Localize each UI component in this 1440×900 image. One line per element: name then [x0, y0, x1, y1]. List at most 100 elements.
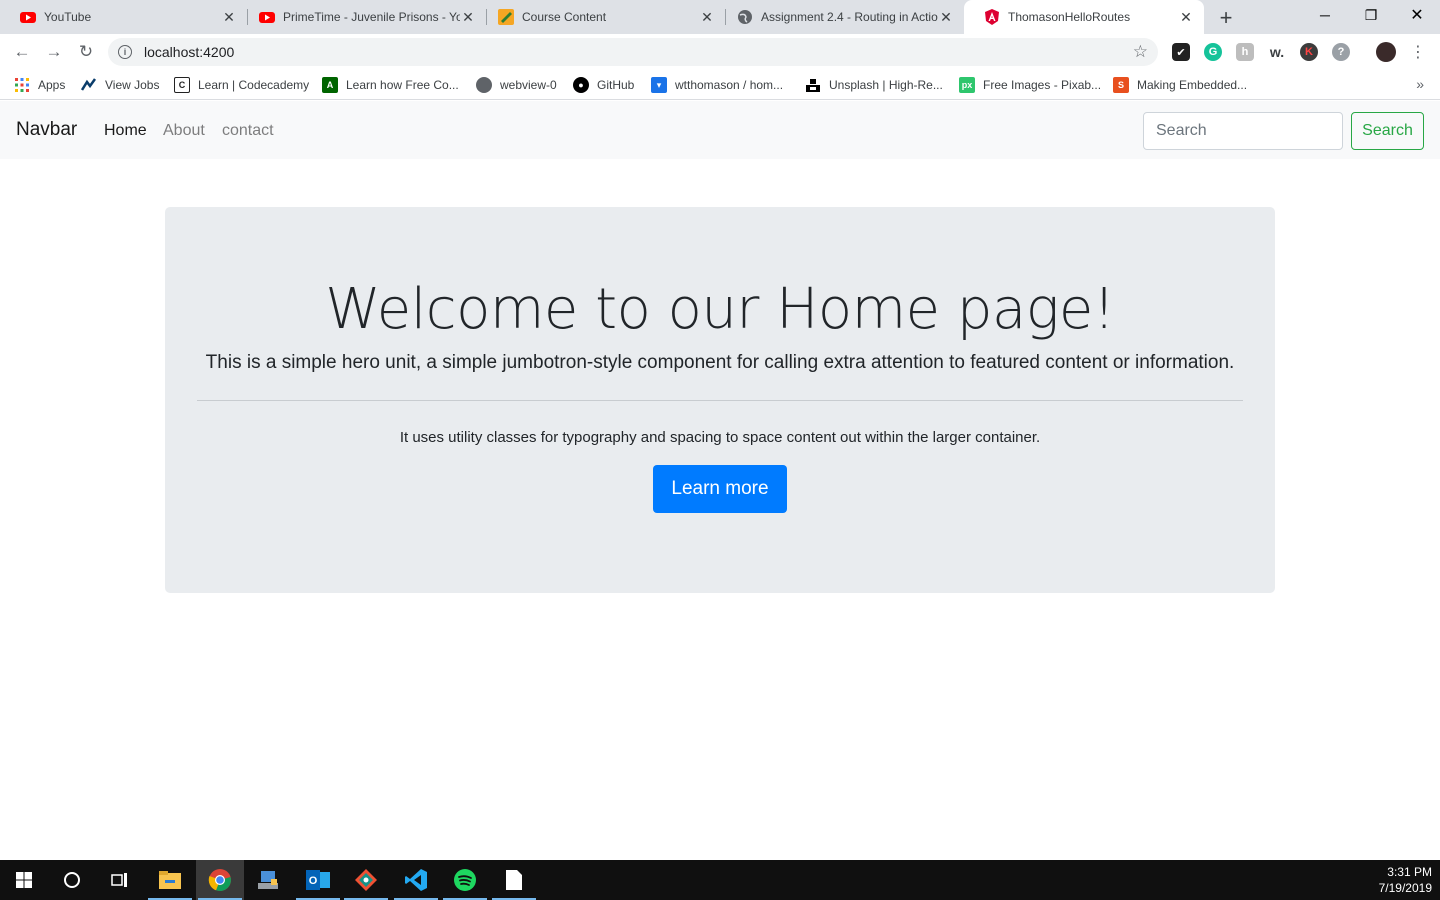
- bookmark-label: Free Images - Pixab...: [983, 78, 1102, 92]
- divider: [197, 400, 1243, 401]
- unsplash-icon: [806, 79, 820, 92]
- profile-avatar[interactable]: [1376, 42, 1396, 62]
- k-extension-icon[interactable]: K: [1300, 43, 1318, 61]
- youtube-icon: [259, 12, 275, 23]
- nav-link-contact[interactable]: contact: [222, 122, 274, 140]
- px-icon: px: [959, 77, 975, 93]
- bookmark-codecademy[interactable]: C Learn | Codecademy: [174, 76, 309, 94]
- nav-link-home[interactable]: Home: [104, 122, 147, 140]
- tab-title: PrimeTime - Juvenile Prisons - Yo: [283, 10, 460, 24]
- close-window-icon[interactable]: ✕: [1394, 0, 1440, 30]
- tab-assignment[interactable]: Assignment 2.4 - Routing in Actio ✕: [717, 0, 964, 34]
- spotify-icon[interactable]: [441, 860, 489, 900]
- bookmark-star-icon[interactable]: ☆: [1133, 42, 1148, 62]
- bookmark-label: View Jobs: [105, 78, 160, 92]
- site-info-icon[interactable]: i: [118, 45, 132, 59]
- learn-more-button[interactable]: Learn more: [653, 465, 787, 513]
- address-bar[interactable]: i localhost:4200 ☆: [108, 38, 1158, 66]
- bookmark-label: Learn | Codecademy: [198, 78, 310, 92]
- new-tab-icon[interactable]: +: [1214, 5, 1238, 31]
- bookmark-view-jobs[interactable]: View Jobs: [81, 76, 159, 94]
- bookmark-unsplash[interactable]: Unsplash | High-Re...: [805, 76, 943, 94]
- bookmark-label: webview-0: [500, 78, 557, 92]
- body-text: It uses utility classes for typography a…: [399, 429, 1041, 446]
- bookmark-label: Learn how Free Co...: [346, 78, 459, 92]
- lead-text: This is a simple hero unit, a simple jum…: [205, 352, 1235, 373]
- restore-icon[interactable]: ❐: [1348, 0, 1394, 30]
- bookmarks-bar: Apps View Jobs C Learn | Codecademy A Le…: [0, 70, 1440, 100]
- minimize-icon[interactable]: ─: [1302, 0, 1348, 30]
- bookmark-label: GitHub: [597, 78, 635, 92]
- globe-icon: [738, 10, 752, 24]
- task-view-icon[interactable]: [96, 860, 144, 900]
- navbar-brand[interactable]: Navbar: [16, 119, 77, 141]
- wappalyzer-icon[interactable]: w.: [1268, 43, 1286, 61]
- close-tab-icon[interactable]: ✕: [699, 9, 715, 26]
- network-app-icon[interactable]: [244, 860, 292, 900]
- bookmark-freecodecamp[interactable]: A Learn how Free Co...: [322, 76, 459, 94]
- search-input[interactable]: [1143, 112, 1343, 150]
- close-tab-icon[interactable]: ✕: [460, 9, 476, 26]
- nav-link-about[interactable]: About: [163, 122, 205, 140]
- github-icon: ●: [573, 77, 589, 93]
- chrome-taskbar-icon[interactable]: [196, 860, 244, 900]
- windows-start-icon[interactable]: [0, 860, 48, 900]
- bookmark-shield-icon: ▾: [651, 77, 667, 93]
- tab-title: YouTube: [44, 10, 92, 24]
- apps-grid-icon: [15, 78, 29, 92]
- codecademy-icon: C: [174, 77, 190, 93]
- extension-icon[interactable]: h: [1236, 43, 1254, 61]
- tab-course-content[interactable]: Course Content ✕: [478, 0, 725, 34]
- bookmark-label: Unsplash | High-Re...: [829, 78, 943, 92]
- notepad-icon[interactable]: [490, 860, 538, 900]
- menu-kebab-icon[interactable]: ⋮: [1406, 40, 1430, 64]
- tab-thomasonhelloroutes[interactable]: ThomasonHelloRoutes ✕: [964, 0, 1204, 34]
- url-text: localhost:4200: [144, 44, 235, 60]
- course-icon: [498, 9, 514, 25]
- jobs-icon: [81, 78, 97, 91]
- bookmark-pixabay[interactable]: px Free Images - Pixab...: [959, 76, 1101, 94]
- windows-taskbar: O 3:31 PM 7/19/2019: [0, 860, 1440, 900]
- bookmark-wtthomason[interactable]: ▾ wtthomason / hom...: [651, 76, 783, 94]
- bookmark-label: Apps: [38, 78, 66, 92]
- cortana-search-icon[interactable]: [48, 860, 96, 900]
- tab-title: Assignment 2.4 - Routing in Actio: [761, 10, 938, 24]
- embedded-icon: S: [1113, 77, 1129, 93]
- bookmark-label: Making Embedded...: [1137, 78, 1248, 92]
- svg-text:O: O: [309, 875, 318, 887]
- help-extension-icon[interactable]: ?: [1332, 43, 1350, 61]
- bookmark-apps[interactable]: Apps: [14, 76, 65, 94]
- bookmark-webview[interactable]: webview-0: [476, 76, 557, 94]
- freecodecamp-icon: A: [322, 77, 338, 93]
- file-explorer-icon[interactable]: [146, 860, 194, 900]
- bookmark-making-embedded[interactable]: S Making Embedded...: [1113, 76, 1247, 94]
- close-tab-icon[interactable]: ✕: [221, 9, 237, 26]
- angular-icon: [985, 9, 999, 25]
- tab-primetime[interactable]: PrimeTime - Juvenile Prisons - Yo ✕: [239, 0, 486, 34]
- page-viewport: Navbar Home About contact Search Welcome…: [0, 101, 1440, 860]
- page-title: Welcome to our Home page!: [325, 277, 1115, 342]
- clock-date: 7/19/2019: [1378, 881, 1432, 895]
- bookmark-github[interactable]: ● GitHub: [573, 76, 634, 94]
- browser-tab-strip: YouTube ✕ PrimeTime - Juvenile Prisons -…: [0, 0, 1440, 34]
- tab-title: Course Content: [522, 10, 607, 24]
- bookmark-label: wtthomason / hom...: [675, 78, 784, 92]
- forward-arrow-icon[interactable]: →: [42, 40, 66, 64]
- outlook-icon[interactable]: O: [294, 860, 342, 900]
- reload-icon[interactable]: ↻: [74, 40, 98, 64]
- more-bookmarks-icon[interactable]: »: [1416, 76, 1424, 92]
- gitkraken-icon[interactable]: [342, 860, 390, 900]
- site-navbar: Navbar Home About contact Search: [0, 101, 1440, 159]
- back-arrow-icon[interactable]: ←: [10, 40, 34, 64]
- system-clock[interactable]: 3:31 PM 7/19/2019: [1379, 864, 1432, 896]
- globe-icon: [476, 77, 492, 93]
- checkmark-extension-icon[interactable]: ✔: [1172, 43, 1190, 61]
- grammarly-icon[interactable]: G: [1204, 43, 1222, 61]
- jumbotron: Welcome to our Home page! This is a simp…: [165, 207, 1275, 593]
- close-tab-icon[interactable]: ✕: [1178, 9, 1194, 26]
- close-tab-icon[interactable]: ✕: [938, 9, 954, 26]
- search-button[interactable]: Search: [1351, 112, 1424, 150]
- clock-time: 3:31 PM: [1387, 865, 1432, 879]
- tab-youtube[interactable]: YouTube ✕: [0, 0, 247, 34]
- vscode-icon[interactable]: [392, 860, 440, 900]
